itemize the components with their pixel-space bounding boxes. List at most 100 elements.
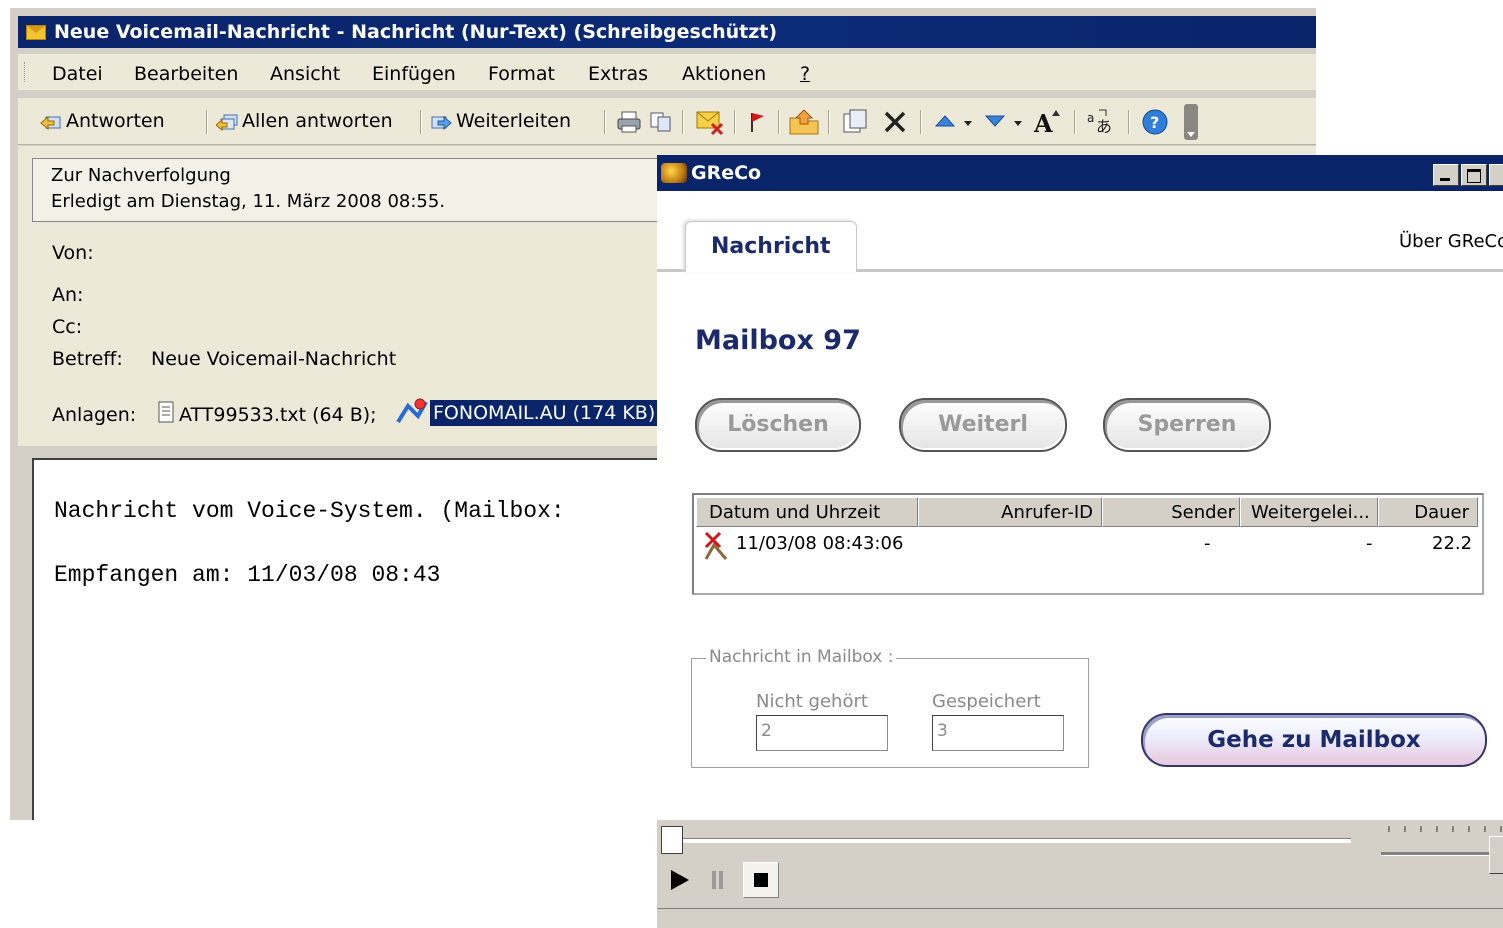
forward-button[interactable]: Weiterleiten <box>430 108 571 134</box>
svg-text:a: a <box>1087 111 1094 125</box>
seek-track[interactable] <box>681 838 1351 843</box>
envelope-icon <box>26 25 46 40</box>
next-item-icon[interactable] <box>984 110 1006 130</box>
reply-button[interactable]: Antworten <box>40 108 165 134</box>
saved-label: Gespeichert <box>932 691 1041 712</box>
reply-all-button[interactable]: Allen antworten <box>216 108 393 134</box>
toolbar-separator <box>734 110 736 134</box>
minimize-button[interactable] <box>1433 164 1459 186</box>
unheard-count-field: 2 <box>756 715 888 751</box>
message-list[interactable]: Datum und Uhrzeit Anrufer-ID Sender Weit… <box>692 493 1484 595</box>
forward-message-button[interactable]: Weiterl <box>899 398 1067 452</box>
about-link[interactable]: Über GReCo <box>1399 231 1503 252</box>
column-sender[interactable]: Sender <box>1102 497 1240 527</box>
encoding-icon[interactable]: aあ <box>1086 106 1118 136</box>
greco-app-icon <box>661 163 687 183</box>
column-forwarded[interactable]: Weitergelei... <box>1240 497 1378 527</box>
subject-label: Betreff: <box>52 348 123 370</box>
mark-unread-icon[interactable] <box>694 108 726 136</box>
reply-label: Antworten <box>66 110 165 132</box>
chevron-down-icon[interactable] <box>962 118 974 128</box>
menu-help[interactable]: ? <box>800 63 810 85</box>
toolbar-separator <box>920 110 922 134</box>
toolbar-separator <box>604 110 606 134</box>
mailbox-counts-group: Nachricht in Mailbox : Nicht gehört Gesp… <box>691 647 1089 768</box>
font-size-icon[interactable]: A <box>1032 106 1066 136</box>
greco-window-title: GReCo <box>691 162 762 184</box>
tab-nachricht-label: Nachricht <box>711 234 831 259</box>
followup-infobar: Zur Nachverfolgung Erledigt am Dienstag,… <box>32 158 734 222</box>
previous-item-icon[interactable] <box>934 112 956 132</box>
chevron-down-icon[interactable] <box>1012 118 1024 128</box>
toolbar-separator <box>206 110 208 134</box>
subject-value: Neue Voicemail-Nachricht <box>151 348 397 370</box>
group-legend: Nachricht in Mailbox : <box>706 647 897 667</box>
toolbar-overflow-icon[interactable] <box>1184 104 1198 140</box>
greco-window: GReCo Nachricht Über GReCo Mailbox 97 Lö… <box>657 155 1503 928</box>
outlook-menu-bar: Datei Bearbeiten Ansicht Einfügen Format… <box>18 54 1316 90</box>
text-file-icon <box>158 401 174 423</box>
copy-icon[interactable] <box>648 110 674 134</box>
toolbar-separator <box>1074 110 1076 134</box>
status-bar <box>657 908 1503 928</box>
menu-einfuegen[interactable]: Einfügen <box>372 63 456 85</box>
lock-button[interactable]: Sperren <box>1103 398 1271 452</box>
svg-text:A: A <box>1033 109 1053 136</box>
followup-line1: Zur Nachverfolgung <box>51 165 231 186</box>
maximize-button[interactable] <box>1461 164 1487 186</box>
menu-bearbeiten[interactable]: Bearbeiten <box>134 63 238 85</box>
audio-file-icon <box>396 398 428 424</box>
greco-title-bar: GReCo <box>657 155 1503 191</box>
toolbar-separator <box>778 110 780 134</box>
column-caller-id[interactable]: Anrufer-ID <box>918 497 1102 527</box>
volume-slider-thumb[interactable] <box>1489 836 1503 874</box>
file-icon[interactable] <box>840 108 870 136</box>
forward-icon <box>431 115 452 130</box>
menu-datei[interactable]: Datei <box>52 63 103 85</box>
pause-icon[interactable] <box>711 871 725 889</box>
menu-grip[interactable] <box>24 62 28 82</box>
cc-label: Cc: <box>52 316 83 338</box>
outlook-title-bar: Neue Voicemail-Nachricht - Nachricht (Nu… <box>18 16 1316 48</box>
message-status-icon <box>704 531 728 560</box>
attachments-label: Anlagen: <box>52 404 137 426</box>
row-sender: - <box>1204 533 1211 554</box>
volume-track[interactable] <box>1381 852 1503 856</box>
delete-button[interactable]: Löschen <box>695 398 861 452</box>
body-line-2: Empfangen am: 11/03/08 08:43 <box>54 562 441 588</box>
saved-count-field: 3 <box>932 715 1064 751</box>
help-icon[interactable]: ? <box>1140 108 1170 136</box>
menu-extras[interactable]: Extras <box>588 63 648 85</box>
goto-mailbox-button[interactable]: Gehe zu Mailbox <box>1141 713 1487 767</box>
delete-icon[interactable] <box>882 110 908 134</box>
stop-icon[interactable] <box>743 862 779 898</box>
body-line-1: Nachricht vom Voice-System. (Mailbox: <box>54 498 565 524</box>
to-label: An: <box>52 284 84 306</box>
audio-player <box>657 819 1503 928</box>
attachment-au-selected[interactable]: FONOMAIL.AU (174 KB) <box>430 400 659 426</box>
seek-slider-thumb[interactable] <box>661 826 683 854</box>
play-icon[interactable] <box>671 870 689 890</box>
move-to-folder-icon[interactable] <box>788 108 820 136</box>
followup-line2: Erledigt am Dienstag, 11. März 2008 08:5… <box>51 191 446 212</box>
column-duration[interactable]: Dauer <box>1378 497 1478 527</box>
menu-aktionen[interactable]: Aktionen <box>682 63 766 85</box>
column-datetime[interactable]: Datum und Uhrzeit <box>696 497 918 527</box>
follow-up-flag-icon[interactable] <box>746 110 768 134</box>
svg-text:あ: あ <box>1096 117 1112 136</box>
menu-ansicht[interactable]: Ansicht <box>270 63 340 85</box>
reply-all-icon <box>216 114 238 131</box>
close-button[interactable] <box>1489 164 1503 186</box>
menu-format[interactable]: Format <box>488 63 555 85</box>
row-forwarded: - <box>1366 533 1373 554</box>
outlook-window-title: Neue Voicemail-Nachricht - Nachricht (Nu… <box>54 21 778 43</box>
toolbar-separator <box>420 110 422 134</box>
print-icon[interactable] <box>616 110 642 134</box>
toolbar-separator <box>1128 110 1130 134</box>
tab-nachricht[interactable]: Nachricht <box>685 221 857 272</box>
row-datetime: 11/03/08 08:43:06 <box>736 533 904 554</box>
row-duration: 22.2 <box>1432 533 1473 554</box>
attachment-txt[interactable]: ATT99533.txt (64 B); <box>179 404 377 426</box>
from-label: Von: <box>52 242 94 264</box>
unheard-label: Nicht gehört <box>756 691 868 712</box>
